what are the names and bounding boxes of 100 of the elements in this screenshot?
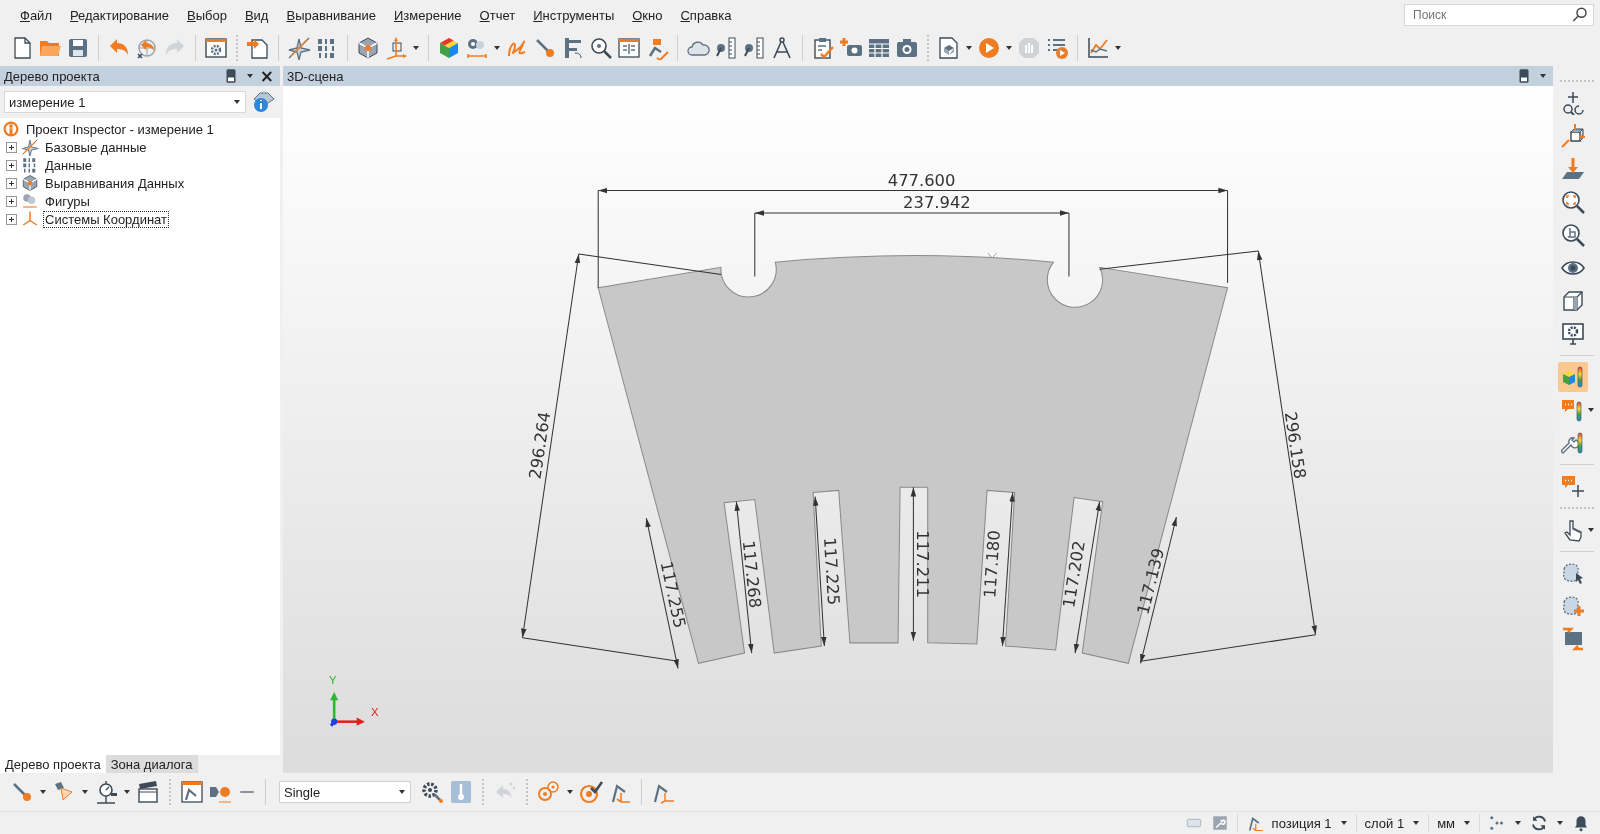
cube-icon[interactable] bbox=[21, 174, 39, 192]
caret-icon[interactable] bbox=[1556, 819, 1564, 827]
color-scale-icon[interactable] bbox=[1558, 362, 1588, 392]
refresh-icon[interactable] bbox=[1530, 814, 1548, 832]
expand-icon[interactable] bbox=[6, 213, 17, 225]
dial-gauge-icon[interactable] bbox=[94, 780, 118, 804]
ruler-probe-icon[interactable] bbox=[714, 36, 738, 60]
caret-icon[interactable] bbox=[1463, 819, 1471, 827]
swap-icon[interactable] bbox=[1561, 627, 1585, 651]
caret-icon[interactable] bbox=[1514, 819, 1522, 827]
caret-icon[interactable] bbox=[245, 72, 254, 80]
close-button[interactable]: × bbox=[259, 67, 274, 85]
monitor-gear-icon[interactable] bbox=[1561, 322, 1585, 346]
tree-item[interactable]: Базовые данные bbox=[43, 138, 149, 156]
wrench-tile-icon[interactable] bbox=[1210, 814, 1229, 832]
gear-ruler-icon[interactable] bbox=[465, 36, 489, 60]
wireframe-cube-icon[interactable] bbox=[1561, 289, 1585, 313]
menu-item[interactable]: Измерение bbox=[393, 7, 470, 23]
table-icon[interactable] bbox=[867, 36, 891, 60]
arrow-plane-icon[interactable] bbox=[1561, 157, 1585, 181]
caret-icon[interactable] bbox=[81, 788, 89, 796]
dimension-value: 117.268 bbox=[738, 539, 765, 609]
line-chart-icon[interactable] bbox=[1086, 36, 1110, 60]
menu-item[interactable]: Окно bbox=[632, 7, 671, 23]
selection-plus-icon[interactable] bbox=[1561, 594, 1585, 618]
caret-icon[interactable] bbox=[1339, 819, 1348, 827]
zoom-fit-icon[interactable] bbox=[1561, 190, 1585, 214]
clapperboard-icon[interactable] bbox=[136, 780, 160, 804]
cube-icon[interactable] bbox=[356, 36, 380, 60]
ruler-probe-icon[interactable] bbox=[742, 36, 766, 60]
search-field[interactable]: Поиск bbox=[1411, 7, 1571, 23]
move-zoom-icon[interactable] bbox=[1561, 91, 1585, 115]
caret-icon[interactable] bbox=[412, 44, 420, 52]
caret-icon[interactable] bbox=[1587, 526, 1595, 534]
caret-icon[interactable] bbox=[1114, 44, 1122, 52]
tree-item[interactable]: Проект Inspector - измерение 1 bbox=[24, 120, 216, 138]
cube-arrows-icon[interactable] bbox=[1561, 124, 1585, 148]
expand-icon[interactable] bbox=[6, 141, 17, 153]
expand-icon[interactable] bbox=[6, 195, 17, 207]
expand-icon[interactable] bbox=[6, 159, 17, 171]
magnifier-icon[interactable] bbox=[589, 36, 613, 60]
probe-icon[interactable] bbox=[533, 36, 557, 60]
target-check-icon[interactable] bbox=[579, 780, 603, 804]
menu-item[interactable]: Выравнивание bbox=[286, 7, 384, 23]
point-cloud-icon[interactable] bbox=[1488, 814, 1506, 832]
gear-probe-icon[interactable] bbox=[420, 780, 444, 804]
camera-icon[interactable] bbox=[895, 36, 919, 60]
window-gear-icon[interactable] bbox=[204, 36, 228, 60]
expand-icon[interactable] bbox=[6, 177, 17, 189]
caret-icon[interactable] bbox=[1539, 72, 1547, 80]
info-cubes-icon[interactable] bbox=[252, 90, 276, 114]
globe-arrow-icon[interactable] bbox=[135, 36, 159, 60]
panel-tab[interactable]: Дерево проекта bbox=[0, 755, 106, 773]
tree-item[interactable]: Данные bbox=[43, 156, 94, 174]
probe-icon[interactable] bbox=[10, 780, 34, 804]
panel-tab[interactable]: Зона диалога bbox=[105, 755, 198, 773]
drawing-compass-icon[interactable] bbox=[770, 36, 794, 60]
layer-dropdown[interactable]: слой 1 bbox=[1364, 815, 1405, 831]
window-grid-icon[interactable] bbox=[617, 36, 641, 60]
caret-icon[interactable] bbox=[965, 44, 973, 52]
caret-icon[interactable] bbox=[123, 788, 131, 796]
zoom-hand-icon[interactable] bbox=[1561, 223, 1585, 247]
search-field[interactable]: Поиск bbox=[1404, 4, 1594, 26]
caret-icon[interactable] bbox=[1412, 819, 1421, 827]
caret-icon[interactable] bbox=[493, 44, 501, 52]
caret-icon[interactable] bbox=[398, 788, 406, 796]
selection-cursor-icon[interactable] bbox=[1561, 561, 1585, 585]
menu-item[interactable]: Редактирование bbox=[69, 7, 177, 23]
clipboard-check-icon[interactable] bbox=[811, 36, 835, 60]
tree-item[interactable]: Фигуры bbox=[43, 192, 92, 210]
menu-item[interactable]: Вид bbox=[244, 7, 277, 23]
wrench-scale-icon[interactable] bbox=[1561, 431, 1585, 455]
caret-icon[interactable] bbox=[566, 788, 574, 796]
search-icon[interactable] bbox=[1571, 6, 1589, 24]
panel-title: 3D-сцена bbox=[287, 68, 344, 84]
list-play-icon[interactable] bbox=[1045, 36, 1069, 60]
caret-icon[interactable] bbox=[1587, 406, 1595, 414]
menu-item[interactable]: Отчет bbox=[479, 7, 524, 23]
document-box-icon[interactable] bbox=[937, 36, 961, 60]
menu-item[interactable]: Справка bbox=[680, 7, 740, 23]
color-cube-icon[interactable] bbox=[437, 36, 461, 60]
caret-icon[interactable] bbox=[233, 98, 241, 106]
measurement-dropdown[interactable]: измерение 1 bbox=[4, 91, 246, 113]
menu-item[interactable]: Файл bbox=[20, 7, 60, 23]
menu-item[interactable]: Инструменты bbox=[533, 7, 623, 23]
tree-item[interactable]: Системы Координат bbox=[43, 210, 169, 228]
menu-item[interactable]: Выбор bbox=[187, 7, 235, 23]
tree-item[interactable]: Выравнивания Данных bbox=[43, 174, 187, 192]
compass-icon[interactable] bbox=[21, 138, 39, 156]
units-dropdown[interactable]: мм bbox=[1437, 815, 1455, 831]
compass-icon[interactable] bbox=[287, 36, 311, 60]
mode-dropdown[interactable]: Single bbox=[279, 781, 411, 803]
caret-icon[interactable] bbox=[1005, 44, 1013, 52]
robot-window-icon[interactable] bbox=[180, 780, 204, 804]
caret-icon[interactable] bbox=[39, 788, 47, 796]
bell-icon[interactable] bbox=[1572, 814, 1590, 832]
comment-scale-icon[interactable] bbox=[1561, 398, 1585, 422]
position-dropdown[interactable]: позиция 1 bbox=[1271, 815, 1332, 831]
comment-move-icon[interactable] bbox=[1561, 474, 1585, 498]
document-arrow-icon[interactable] bbox=[246, 36, 270, 60]
